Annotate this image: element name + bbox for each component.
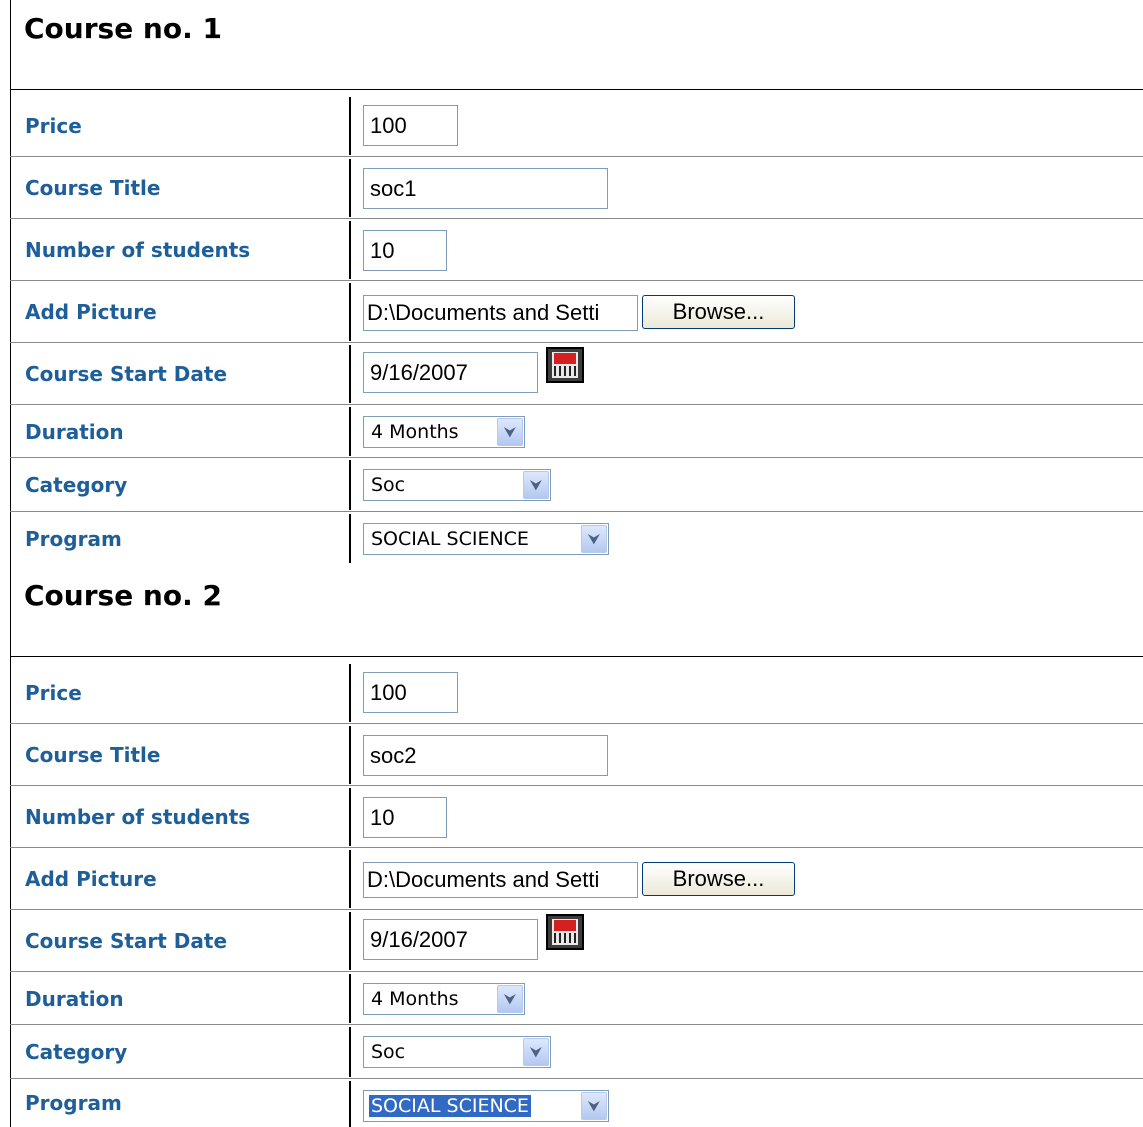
duration-row: Duration 4 Months ⮟ [10, 972, 1143, 1025]
course-title-row: Course Title soc2 [10, 724, 1143, 786]
price-row: Price 100 [10, 662, 1143, 724]
course-title-input[interactable]: soc1 [363, 168, 608, 209]
category-selected-value: Soc [371, 1041, 406, 1063]
section-divider [10, 89, 1143, 90]
category-selected-value: Soc [371, 474, 406, 496]
course-heading: Course no. 2 [24, 579, 222, 612]
chevron-down-icon[interactable]: ⮟ [581, 525, 607, 553]
chevron-down-icon[interactable]: ⮟ [497, 418, 523, 446]
course-title-label: Course Title [25, 176, 161, 200]
file-path-input[interactable]: D:\Documents and Setti [363, 295, 638, 331]
course-start-date-input[interactable]: 9/16/2007 [363, 352, 538, 393]
course-start-date-row: Course Start Date 9/16/2007 [10, 343, 1143, 405]
course-title-input[interactable]: soc2 [363, 735, 608, 776]
number-of-students-input[interactable]: 10 [363, 230, 447, 271]
program-selected-value: SOCIAL SCIENCE [371, 528, 529, 550]
program-row: Program SOCIAL SCIENCE ⮟ [10, 512, 1143, 565]
program-selected-value: SOCIAL SCIENCE [368, 1094, 532, 1118]
category-label: Category [25, 1040, 128, 1064]
calendar-icon[interactable] [546, 347, 584, 383]
category-label: Category [25, 473, 128, 497]
price-row: Price 100 [10, 95, 1143, 157]
program-select[interactable]: SOCIAL SCIENCE ⮟ [363, 1090, 609, 1122]
program-label: Program [25, 526, 122, 551]
add-picture-label: Add Picture [25, 867, 157, 891]
category-select[interactable]: Soc ⮟ [363, 469, 551, 501]
course-heading: Course no. 1 [24, 12, 222, 45]
course-start-date-label: Course Start Date [25, 929, 228, 953]
duration-select[interactable]: 4 Months ⮟ [363, 416, 525, 448]
duration-row: Duration 4 Months ⮟ [10, 405, 1143, 458]
add-picture-row: Add Picture D:\Documents and Setti Brows… [10, 281, 1143, 343]
price-label: Price [25, 681, 82, 705]
category-row: Category Soc ⮟ [10, 458, 1143, 512]
price-input[interactable]: 100 [363, 672, 458, 713]
chevron-down-icon[interactable]: ⮟ [581, 1092, 607, 1120]
browse-button[interactable]: Browse... [642, 862, 795, 896]
section-divider [10, 656, 1143, 657]
duration-selected-value: 4 Months [371, 421, 459, 443]
price-input[interactable]: 100 [363, 105, 458, 146]
program-label: Program [25, 1091, 122, 1115]
category-row: Category Soc ⮟ [10, 1025, 1143, 1079]
number-of-students-row: Number of students 10 [10, 786, 1143, 848]
number-of-students-label: Number of students [25, 238, 251, 262]
number-of-students-input[interactable]: 10 [363, 797, 447, 838]
price-label: Price [25, 114, 82, 138]
chevron-down-icon[interactable]: ⮟ [523, 1038, 549, 1066]
number-of-students-row: Number of students 10 [10, 219, 1143, 281]
duration-label: Duration [25, 419, 124, 444]
add-picture-label: Add Picture [25, 300, 157, 324]
chevron-down-icon[interactable]: ⮟ [523, 471, 549, 499]
chevron-down-icon[interactable]: ⮟ [497, 985, 523, 1013]
program-row: Program SOCIAL SCIENCE ⮟ [10, 1079, 1143, 1127]
course-start-date-row: Course Start Date 9/16/2007 [10, 910, 1143, 972]
course-start-date-input[interactable]: 9/16/2007 [363, 919, 538, 960]
course-title-row: Course Title soc1 [10, 157, 1143, 219]
file-path-input[interactable]: D:\Documents and Setti [363, 862, 638, 898]
calendar-icon[interactable] [546, 914, 584, 950]
duration-selected-value: 4 Months [371, 988, 459, 1010]
duration-select[interactable]: 4 Months ⮟ [363, 983, 525, 1015]
add-picture-row: Add Picture D:\Documents and Setti Brows… [10, 848, 1143, 910]
course-start-date-label: Course Start Date [25, 362, 228, 386]
number-of-students-label: Number of students [25, 805, 251, 829]
program-select[interactable]: SOCIAL SCIENCE ⮟ [363, 523, 609, 555]
duration-label: Duration [25, 986, 124, 1011]
category-select[interactable]: Soc ⮟ [363, 1036, 551, 1068]
browse-button[interactable]: Browse... [642, 295, 795, 329]
course-title-label: Course Title [25, 743, 161, 767]
